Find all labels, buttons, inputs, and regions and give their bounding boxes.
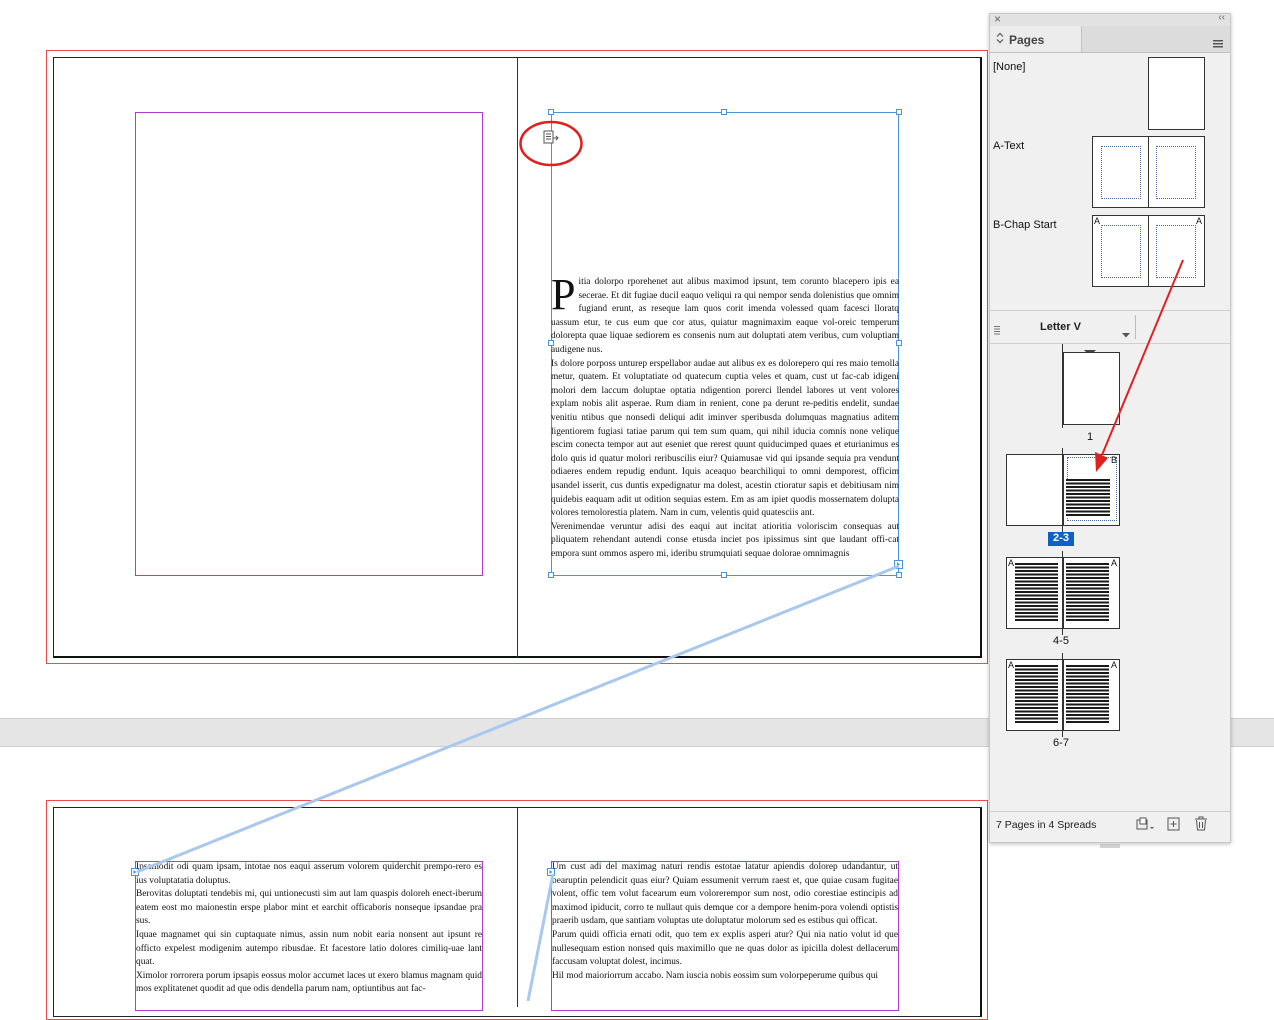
annotation-arrow bbox=[1095, 259, 1184, 472]
